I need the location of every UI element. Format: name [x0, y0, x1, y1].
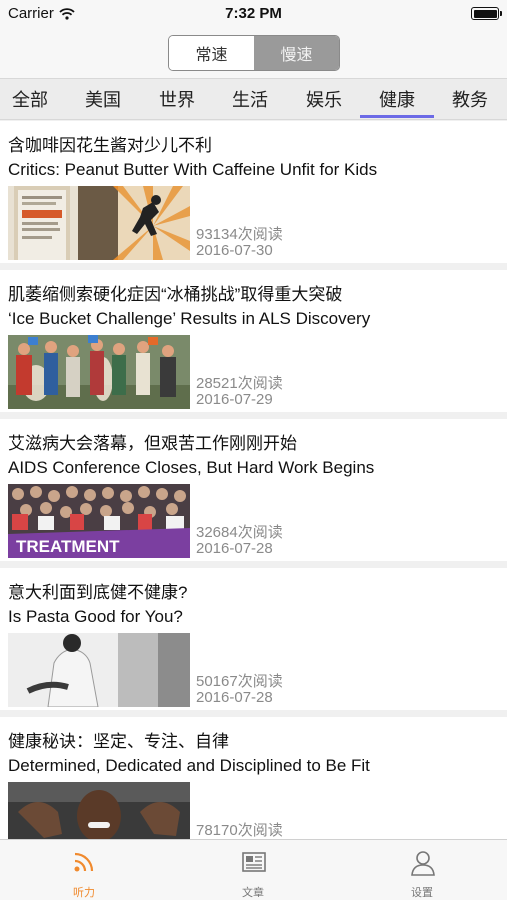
article-title-en: Determined, Dedicated and Disciplined to…	[8, 756, 370, 775]
battery-icon	[471, 7, 502, 20]
article-item[interactable]: 健康秘诀：坚定、专注、自律 Determined, Dedicated and …	[0, 717, 507, 839]
article-date: 2016-07-28	[196, 689, 273, 706]
article-date: 2016-07-29	[196, 391, 273, 408]
article-thumbnail	[8, 782, 190, 839]
speed-toggle[interactable]: 常速 慢速	[168, 35, 340, 71]
article-read-count: 28521次阅读	[196, 375, 283, 392]
person-icon	[411, 851, 435, 876]
article-read-count: 50167次阅读	[196, 673, 283, 690]
article-item[interactable]: 含咖啡因花生酱对少儿不利 Critics: Peanut Butter With…	[0, 121, 507, 263]
article-title-zh: 肌萎缩侧索硬化症因“冰桶挑战”取得重大突破	[8, 285, 343, 304]
tabbar-label: 听力	[73, 887, 95, 899]
tabbar-label: 文章	[242, 887, 264, 899]
newspaper-icon	[242, 852, 266, 872]
article-item[interactable]: 意大利面到底健不健康? Is Pasta Good for You? 50167…	[0, 568, 507, 710]
tab-life[interactable]: 生活	[213, 79, 287, 119]
banner-text: TREATMENT	[16, 537, 120, 556]
article-title-en: Critics: Peanut Butter With Caffeine Unf…	[8, 160, 378, 179]
article-read-count: 93134次阅读	[196, 226, 283, 243]
article-title-zh: 艾滋病大会落幕，但艰苦工作刚刚开始	[8, 434, 297, 453]
tabbar-articles[interactable]: 文章	[193, 840, 313, 900]
article-title-en: Is Pasta Good for You?	[8, 607, 183, 626]
article-title-en: ‘Ice Bucket Challenge’ Results in ALS Di…	[8, 309, 371, 328]
speed-normal-button[interactable]: 常速	[169, 36, 254, 70]
header: 常速 慢速	[0, 28, 507, 78]
tabbar-label: 设置	[411, 887, 433, 899]
article-read-count: 32684次阅读	[196, 524, 283, 541]
article-thumbnail: TREATMENT	[8, 484, 190, 558]
tab-bar: 听力 文章 设置	[0, 839, 507, 900]
tab-world[interactable]: 世界	[140, 79, 214, 119]
category-tabs: 全部 美国 世界 生活 娱乐 健康 教务	[0, 78, 507, 120]
article-list[interactable]: 含咖啡因花生酱对少儿不利 Critics: Peanut Butter With…	[0, 121, 507, 839]
rss-icon	[74, 852, 94, 872]
article-item[interactable]: 肌萎缩侧索硬化症因“冰桶挑战”取得重大突破 ‘Ice Bucket Challe…	[0, 270, 507, 412]
article-item[interactable]: 艾滋病大会落幕，但艰苦工作刚刚开始 AIDS Conference Closes…	[0, 419, 507, 561]
article-title-zh: 含咖啡因花生酱对少儿不利	[8, 136, 212, 155]
article-thumbnail	[8, 186, 190, 260]
article-read-count: 78170次阅读	[196, 822, 283, 839]
article-date: 2016-07-30	[196, 242, 273, 259]
tab-entertainment[interactable]: 娱乐	[287, 79, 361, 119]
tab-education[interactable]: 教务	[433, 79, 507, 119]
tabbar-listening[interactable]: 听力	[24, 840, 144, 900]
speed-slow-button[interactable]: 慢速	[254, 36, 339, 70]
tab-health[interactable]: 健康	[360, 79, 434, 119]
status-bar: Carrier 7:32 PM	[0, 0, 507, 28]
article-title-en: AIDS Conference Closes, But Hard Work Be…	[8, 458, 375, 477]
article-thumbnail	[8, 335, 190, 409]
status-time: 7:32 PM	[225, 5, 282, 22]
article-title-zh: 健康秘诀：坚定、专注、自律	[8, 732, 229, 751]
article-thumbnail	[8, 633, 190, 707]
article-title-zh: 意大利面到底健不健康?	[8, 583, 188, 602]
tab-all[interactable]: 全部	[0, 79, 67, 119]
article-date: 2016-07-28	[196, 540, 273, 557]
tabbar-settings[interactable]: 设置	[362, 840, 482, 900]
tab-us[interactable]: 美国	[66, 79, 140, 119]
